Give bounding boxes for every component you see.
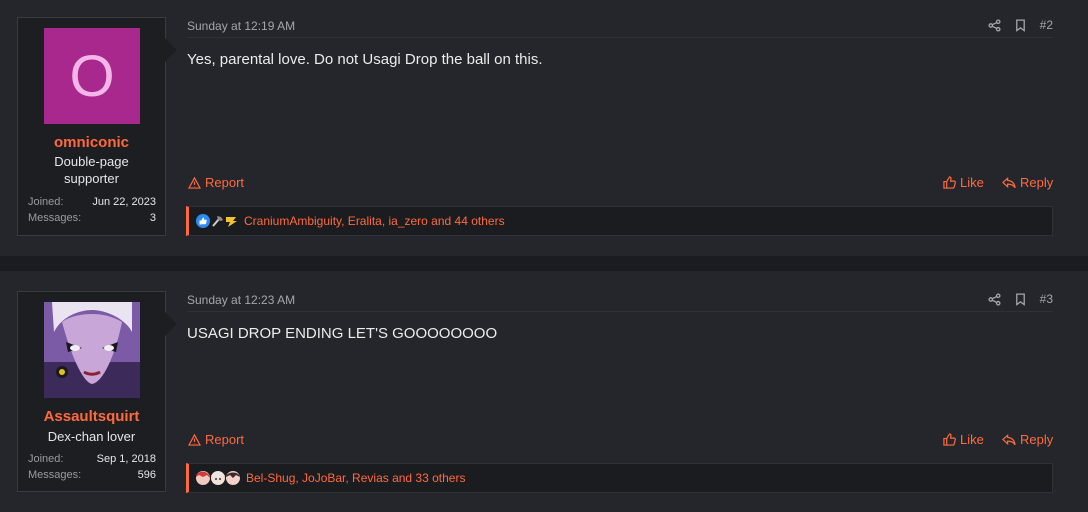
post-date-link[interactable]: Sunday at 12:23 AM [187,293,295,307]
messages-stat: Messages: 3 [28,212,156,224]
header-divider [187,37,1053,38]
report-label: Report [205,175,245,190]
report-button[interactable]: Report [188,175,244,190]
reactions-users[interactable]: Bel-Shug, JoJoBar, Revias and 33 others [246,471,465,485]
username-link[interactable]: Assaultsquirt [18,408,165,425]
bookmark-icon[interactable] [1015,18,1026,32]
joined-value: Jun 22, 2023 [92,196,156,208]
username-link[interactable]: omniconic [18,134,165,151]
user-title: Dex-chan lover [47,429,136,444]
messages-label: Messages: [28,469,82,481]
post-tools: #3 [988,292,1053,306]
joined-stat: Joined: Sep 1, 2018 [28,453,156,465]
like-button[interactable]: Like [943,432,984,447]
anime-face-reaction-icon [196,471,210,485]
post-date-link[interactable]: Sunday at 12:19 AM [187,19,295,33]
reaction-icons [196,471,240,485]
avatar[interactable] [44,302,140,398]
anime-face-reaction-icon [211,471,225,485]
emote-reaction-icon [226,217,237,227]
user-info-panel: O omniconic Double-page supporter Joined… [17,17,177,236]
joined-value: Sep 1, 2018 [96,453,156,465]
bookmark-icon[interactable] [1015,292,1026,306]
like-label: Like [960,175,984,190]
post-body: Yes, parental love. Do not Usagi Drop th… [187,51,543,68]
post-tools: #2 [988,18,1053,32]
reply-label: Reply [1020,175,1054,190]
joined-label: Joined: [28,196,64,208]
header-divider [187,311,1053,312]
post-body: USAGI DROP ENDING LET'S GOOOOOOOO [187,325,498,342]
warning-icon [188,433,201,446]
post-number-link[interactable]: #2 [1040,18,1053,32]
post-3: Assaultsquirt Dex-chan lover Joined: Sep… [0,271,1088,512]
like-reaction-icon [196,214,210,228]
like-button[interactable]: Like [943,175,984,190]
user-info-panel: Assaultsquirt Dex-chan lover Joined: Sep… [17,291,177,492]
joined-stat: Joined: Jun 22, 2023 [28,196,156,208]
hammer-reaction-icon [212,216,223,227]
thumbs-up-icon [943,433,956,446]
reply-button[interactable]: Reply [1002,175,1053,190]
reaction-icons [196,214,238,228]
share-icon[interactable] [988,292,1001,306]
report-button[interactable]: Report [188,432,244,447]
reactions-users[interactable]: CraniumAmbiguity, Eralita, ia_zero and 4… [244,214,505,228]
reply-button[interactable]: Reply [1002,432,1053,447]
post-2: O omniconic Double-page supporter Joined… [0,0,1088,256]
reply-icon [1002,176,1016,188]
reply-label: Reply [1020,432,1054,447]
messages-stat: Messages: 596 [28,469,156,481]
user-title: Double-page supporter [54,154,129,186]
reply-icon [1002,433,1016,445]
messages-value: 596 [137,469,156,481]
share-icon[interactable] [988,18,1001,32]
warning-icon [188,176,201,189]
joined-label: Joined: [28,453,64,465]
like-label: Like [960,432,984,447]
reactions-bar[interactable]: CraniumAmbiguity, Eralita, ia_zero and 4… [186,206,1053,236]
post-number-link[interactable]: #3 [1040,292,1053,306]
anime-face-reaction-icon [226,471,240,485]
avatar[interactable]: O [44,28,140,124]
reactions-bar[interactable]: Bel-Shug, JoJoBar, Revias and 33 others [186,463,1053,493]
report-label: Report [205,432,245,447]
messages-label: Messages: [28,212,82,224]
messages-value: 3 [149,212,156,224]
thumbs-up-icon [943,176,956,189]
